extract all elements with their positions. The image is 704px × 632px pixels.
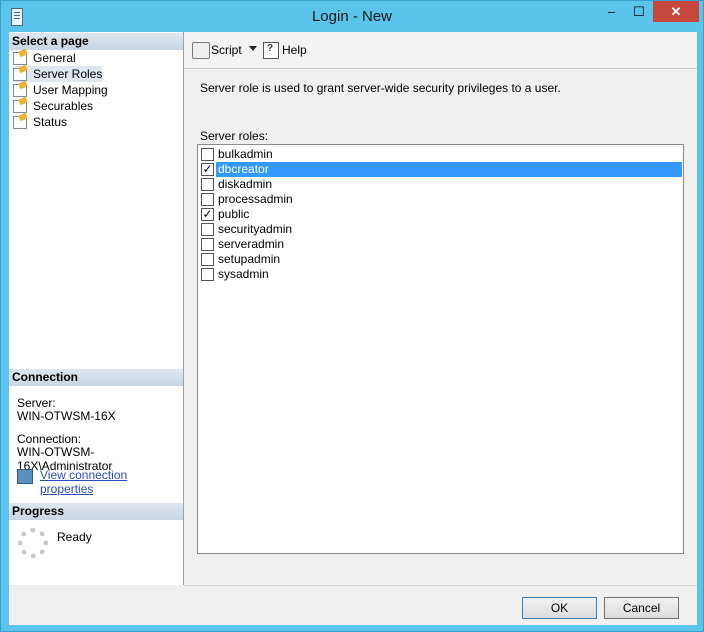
role-checkbox[interactable] — [201, 148, 214, 161]
login-new-window: Login - New – ☐ ✕ Select a page General … — [0, 0, 704, 632]
progress-header: Progress — [9, 503, 183, 520]
role-checkbox[interactable] — [201, 253, 214, 266]
script-icon[interactable] — [192, 42, 210, 59]
page-item-label: Securables — [33, 99, 94, 113]
role-row-dbcreator[interactable]: ✓ dbcreator — [201, 162, 682, 177]
help-button[interactable]: Help — [282, 41, 307, 59]
page-icon — [13, 100, 27, 113]
progress-spinner-icon — [18, 528, 48, 558]
page-icon — [13, 68, 27, 81]
page-icon — [13, 84, 27, 97]
role-label: bulkadmin — [218, 147, 273, 161]
page-item-label: Server Roles — [33, 67, 103, 81]
role-checkbox[interactable] — [201, 223, 214, 236]
role-row-diskadmin[interactable]: diskadmin — [201, 177, 682, 192]
select-page-header: Select a page — [9, 33, 183, 50]
page-item-label: Status — [33, 115, 68, 129]
minimize-button[interactable]: – — [598, 1, 625, 22]
close-button[interactable]: ✕ — [653, 1, 699, 22]
role-label: processadmin — [218, 192, 293, 206]
page-item-status[interactable]: Status — [13, 114, 67, 130]
left-pane: Select a page General Server Roles User … — [9, 32, 184, 585]
cancel-button[interactable]: Cancel — [604, 597, 679, 619]
progress-status: Ready — [57, 530, 92, 544]
server-label: Server: — [17, 396, 56, 410]
script-button[interactable]: Script — [211, 41, 242, 59]
dialog-button-bar: OK Cancel — [184, 585, 697, 626]
role-checkbox[interactable] — [201, 268, 214, 281]
role-row-setupadmin[interactable]: setupadmin — [201, 252, 682, 267]
ok-button[interactable]: OK — [522, 597, 597, 619]
page-icon — [13, 116, 27, 129]
page-icon — [13, 52, 27, 65]
server-role-description: Server role is used to grant server-wide… — [200, 81, 561, 95]
page-item-general[interactable]: General — [13, 50, 76, 66]
role-label: diskadmin — [218, 177, 273, 191]
server-roles-label: Server roles: — [200, 129, 269, 143]
script-dropdown-arrow-icon[interactable] — [249, 46, 257, 51]
page-item-label: User Mapping — [33, 83, 108, 97]
role-row-processadmin[interactable]: processadmin — [201, 192, 682, 207]
title-bar[interactable]: Login - New – ☐ ✕ — [1, 1, 703, 31]
toolbar: Script Help — [184, 32, 697, 69]
dialog-client-area: Select a page General Server Roles User … — [9, 32, 697, 625]
role-label: dbcreator — [216, 162, 682, 177]
role-row-public[interactable]: ✓ public — [201, 207, 682, 222]
role-row-securityadmin[interactable]: securityadmin — [201, 222, 682, 237]
help-icon[interactable] — [263, 42, 279, 59]
role-checkbox[interactable] — [201, 178, 214, 191]
role-checkbox[interactable] — [201, 238, 214, 251]
role-label: setupadmin — [218, 252, 281, 266]
page-item-label: General — [33, 51, 76, 65]
role-label: serveradmin — [218, 237, 285, 251]
role-checkbox[interactable]: ✓ — [201, 208, 214, 221]
role-label: sysadmin — [218, 267, 269, 281]
view-connection-properties-link[interactable]: View connection properties — [40, 468, 183, 496]
role-row-sysadmin[interactable]: sysadmin — [201, 267, 682, 282]
role-row-serveradmin[interactable]: serveradmin — [201, 237, 682, 252]
maximize-button[interactable]: ☐ — [626, 1, 652, 22]
page-item-user-mapping[interactable]: User Mapping — [13, 82, 108, 98]
connection-label: Connection: — [17, 432, 82, 446]
role-checkbox[interactable]: ✓ — [201, 163, 214, 176]
role-label: securityadmin — [218, 222, 293, 236]
server-value: WIN-OTWSM-16X — [17, 409, 116, 423]
role-row-bulkadmin[interactable]: bulkadmin — [201, 147, 682, 162]
role-checkbox[interactable] — [201, 193, 214, 206]
connection-properties-icon — [17, 469, 33, 484]
role-label: public — [218, 207, 250, 221]
page-item-server-roles[interactable]: Server Roles — [13, 66, 103, 82]
server-roles-list[interactable]: bulkadmin ✓ dbcreator diskadmin processa… — [197, 144, 684, 554]
connection-header: Connection — [9, 369, 183, 386]
